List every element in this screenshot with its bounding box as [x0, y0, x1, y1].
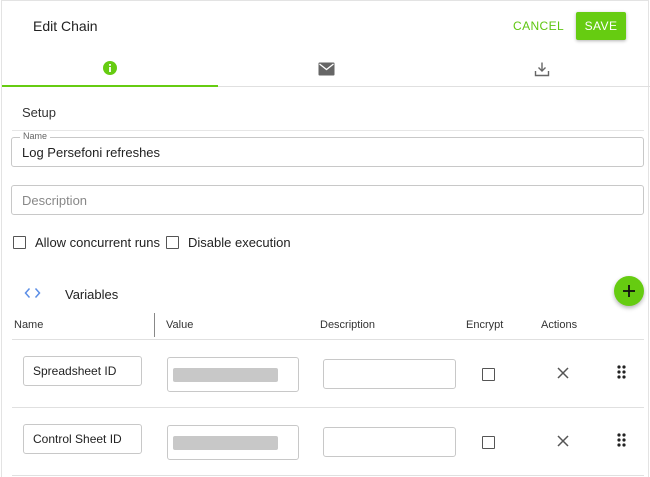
- masked-value: [173, 436, 278, 450]
- encrypt-checkbox[interactable]: [482, 436, 495, 449]
- column-header-value: Value: [166, 319, 194, 331]
- download-icon: [534, 62, 550, 77]
- cancel-button[interactable]: CANCEL: [505, 13, 572, 39]
- close-icon[interactable]: [557, 435, 569, 447]
- setup-heading: Setup: [22, 105, 56, 120]
- name-field: Name: [11, 131, 644, 167]
- variable-name-input[interactable]: Control Sheet ID: [23, 424, 142, 454]
- column-header-name: Name: [14, 319, 44, 331]
- code-icon: [24, 288, 41, 298]
- allow-concurrent-option: Allow concurrent runs: [13, 235, 160, 250]
- allow-concurrent-label: Allow concurrent runs: [35, 235, 160, 250]
- mail-icon: [318, 62, 334, 76]
- column-header-encrypt: Encrypt: [466, 319, 504, 331]
- tab-info[interactable]: [2, 51, 218, 87]
- column-header-description: Description: [320, 319, 376, 331]
- dialog-title: Edit Chain: [33, 18, 98, 34]
- description-input[interactable]: [22, 186, 632, 214]
- variables-heading: Variables: [65, 287, 119, 302]
- edit-chain-dialog: Edit Chain CANCEL SAVE Setup Name Log Pe…: [1, 0, 650, 477]
- allow-concurrent-checkbox[interactable]: [13, 236, 26, 249]
- column-resize-handle[interactable]: [154, 313, 155, 337]
- variable-value-input[interactable]: [167, 425, 299, 460]
- variable-name-input[interactable]: Spreadsheet ID: [23, 356, 142, 386]
- add-variable-button[interactable]: [614, 276, 644, 306]
- table-row: Control Sheet ID: [12, 408, 644, 476]
- drag-handle-icon[interactable]: [617, 365, 626, 379]
- close-icon[interactable]: [557, 367, 569, 379]
- save-button[interactable]: SAVE: [576, 12, 626, 40]
- tab-bar: [2, 51, 650, 87]
- column-header-actions: Actions: [541, 319, 578, 331]
- disable-execution-option: Disable execution: [166, 235, 291, 250]
- plus-icon: [623, 285, 635, 297]
- setup-divider: [12, 130, 644, 131]
- info-icon: [103, 61, 117, 75]
- drag-handle-icon[interactable]: [617, 433, 626, 447]
- variable-description-input[interactable]: [323, 359, 456, 389]
- table-row: Spreadsheet ID: [12, 340, 644, 408]
- disable-execution-checkbox[interactable]: [166, 236, 179, 249]
- description-field: [11, 185, 644, 215]
- encrypt-checkbox[interactable]: [482, 368, 495, 381]
- masked-value: [173, 368, 278, 382]
- tab-download[interactable]: [434, 51, 650, 87]
- variable-description-input[interactable]: [323, 427, 456, 457]
- tab-email[interactable]: [218, 51, 434, 87]
- disable-execution-label: Disable execution: [188, 235, 291, 250]
- variable-value-input[interactable]: [167, 357, 299, 392]
- name-input[interactable]: [22, 138, 632, 166]
